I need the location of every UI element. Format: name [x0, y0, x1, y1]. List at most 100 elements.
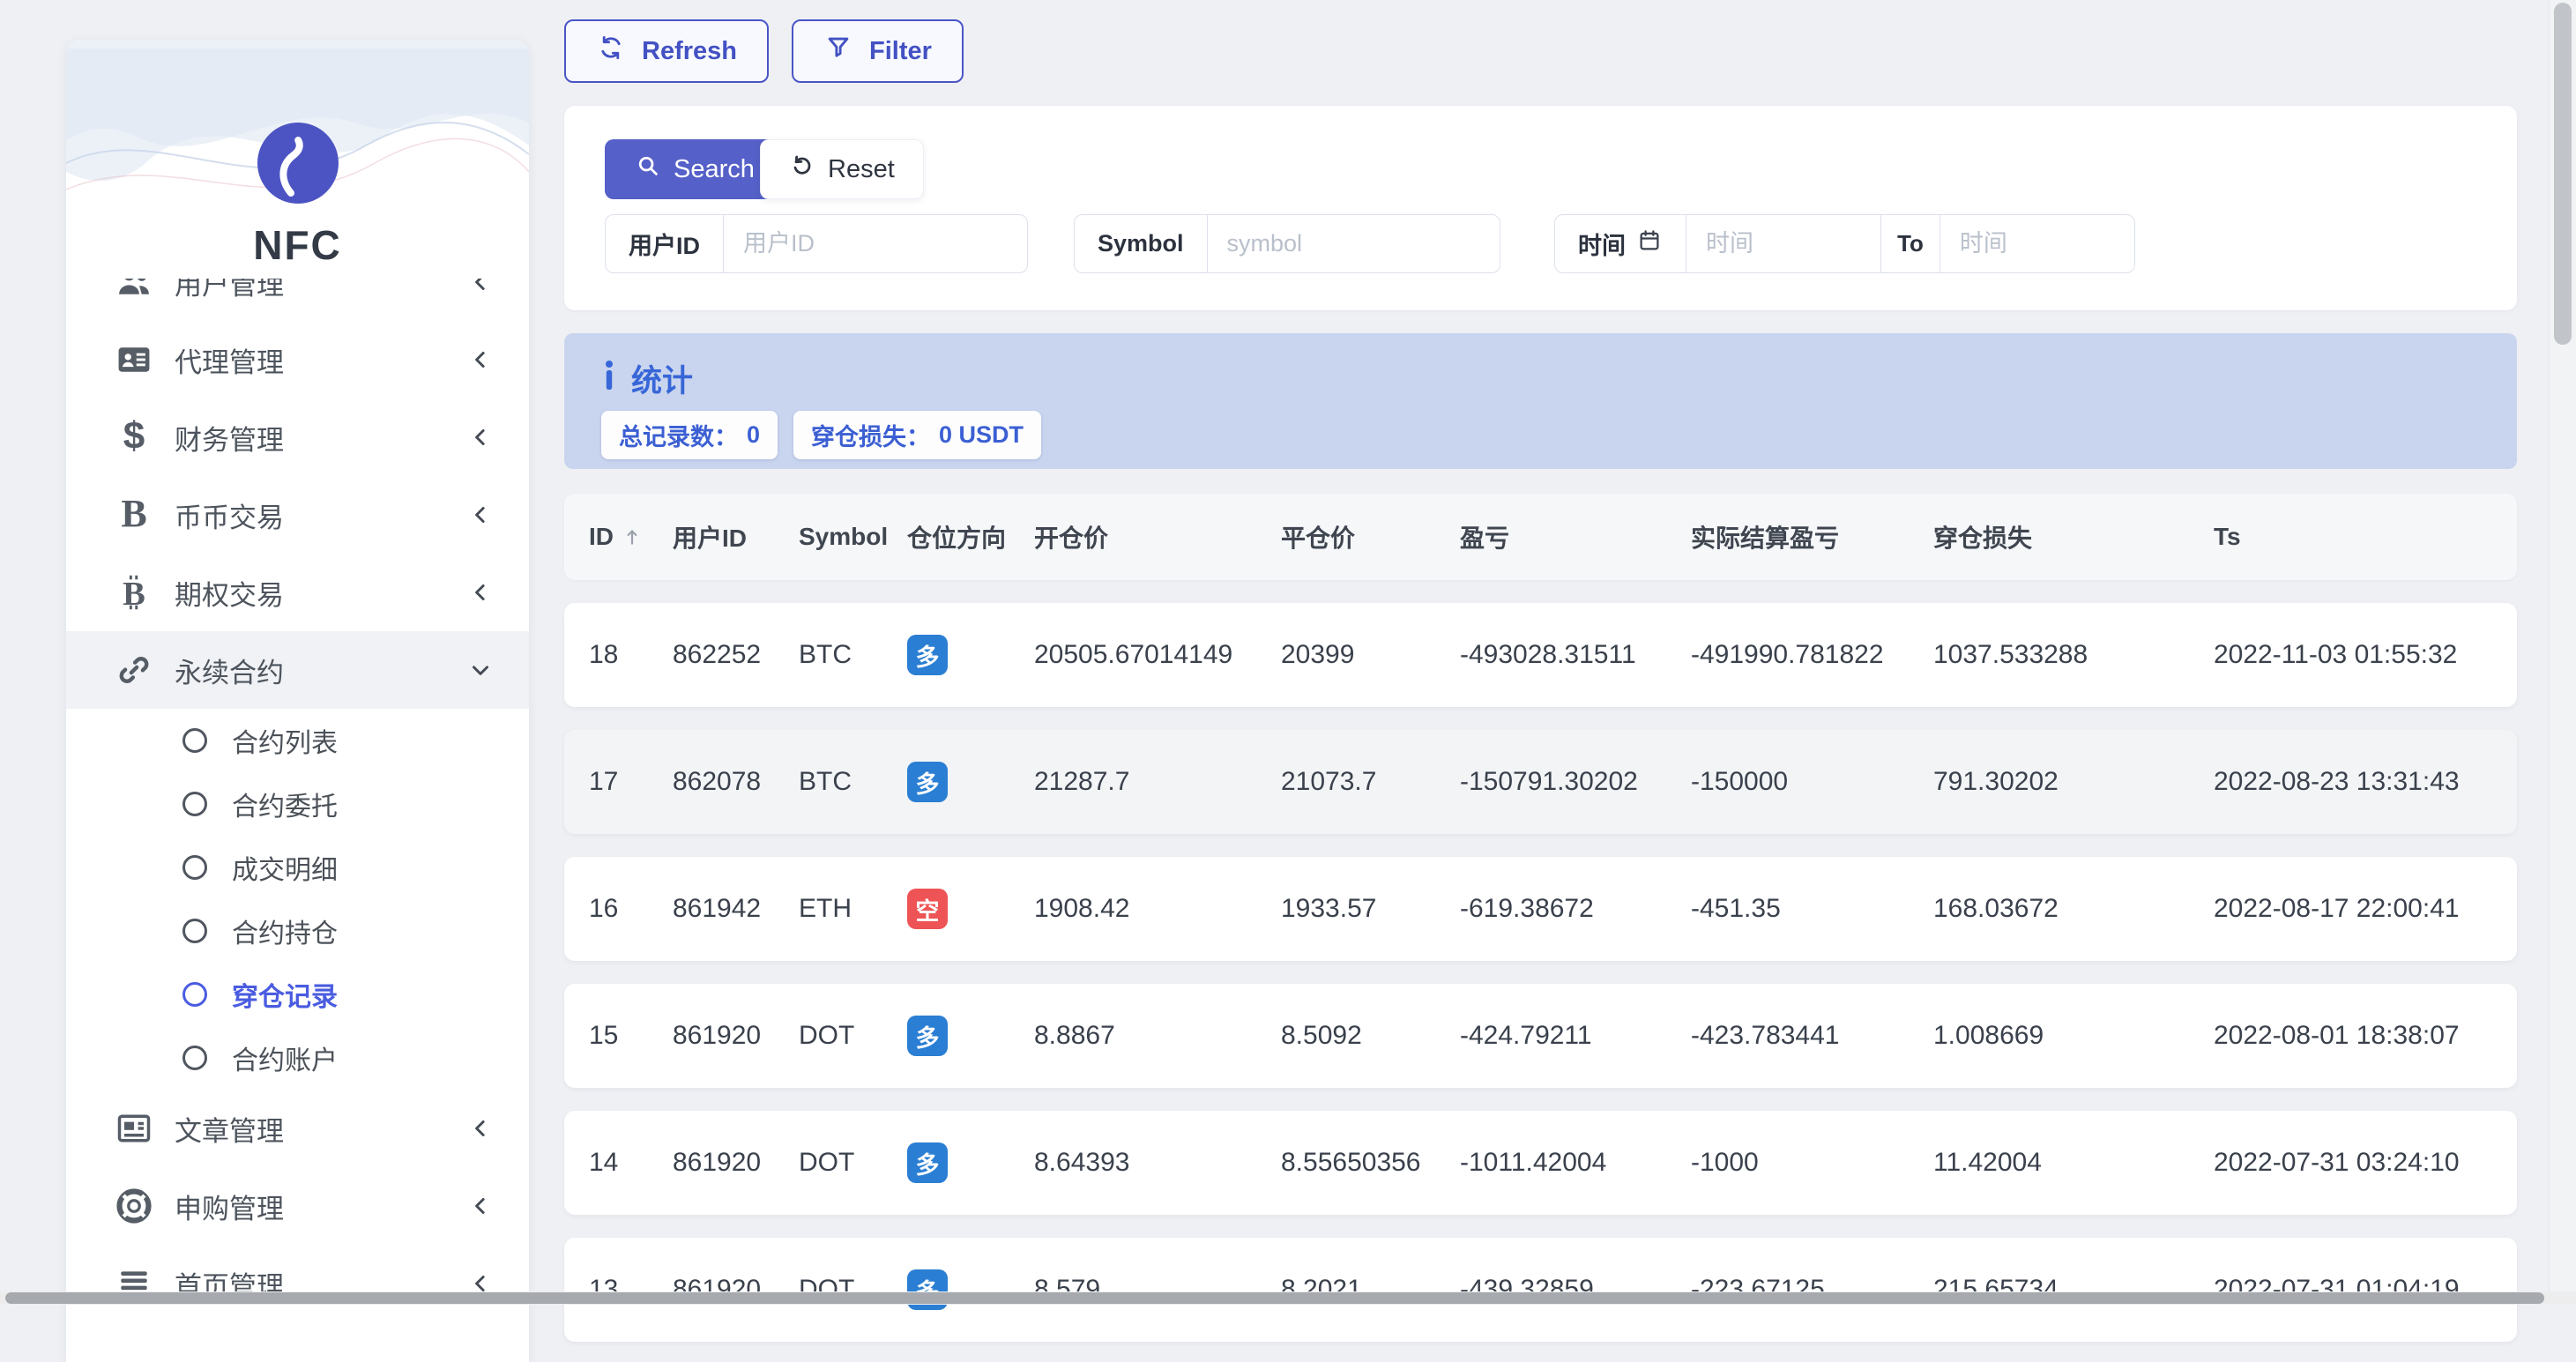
sort-asc-icon: [621, 525, 644, 548]
sidebar-subitem-contract-positions[interactable]: 合约持仓: [66, 899, 529, 963]
sidebar-subitem-contract-orders[interactable]: 合约委托: [66, 772, 529, 836]
cell-liquidation-loss: 791.30202: [1909, 767, 2189, 797]
column-header-position-direction: 仓位方向: [882, 519, 1009, 554]
sidebar-subitem-trade-details[interactable]: 成交明细: [66, 836, 529, 899]
sidebar-subitem-label: 合约委托: [232, 785, 338, 823]
cell-user-id: 862078: [648, 767, 774, 797]
column-header-pnl: 盈亏: [1435, 519, 1666, 554]
table-row[interactable]: 13861920DOT多8.5798.2021-439.32859-223.67…: [564, 1238, 2517, 1342]
cell-close-price: 8.55650356: [1256, 1148, 1435, 1178]
dollar-icon: $: [115, 418, 153, 457]
time-field-label: 时间: [1555, 215, 1686, 272]
table-row[interactable]: 16861942ETH空1908.421933.57-619.38672-451…: [564, 857, 2517, 961]
direction-badge-long: 多: [907, 1016, 948, 1056]
sidebar-item-finance-management[interactable]: $财务管理: [66, 398, 529, 476]
sidebar-item-agent-management[interactable]: 代理管理: [66, 321, 529, 398]
sidebar-subitem-contract-accounts[interactable]: 合约账户: [66, 1026, 529, 1090]
sidebar-subitem-contract-list[interactable]: 合约列表: [66, 709, 529, 772]
cell-pnl: -150791.30202: [1435, 767, 1666, 797]
cell-pnl: -619.38672: [1435, 894, 1666, 924]
cell-id: 14: [564, 1148, 648, 1178]
time-field-label-text: 时间: [1578, 227, 1626, 261]
sidebar-item-label: 申购管理: [175, 1187, 467, 1226]
table-row[interactable]: 17862078BTC多21287.721073.7-150791.30202-…: [564, 730, 2517, 834]
column-label: 仓位方向: [907, 519, 1006, 554]
user-id-input[interactable]: [724, 215, 1027, 272]
direction-badge-short: 空: [907, 889, 948, 929]
cell-id: 17: [564, 767, 648, 797]
table-row[interactable]: 14861920DOT多8.643938.55650356-1011.42004…: [564, 1111, 2517, 1215]
sidebar-item-user-management[interactable]: 用户管理: [66, 279, 529, 321]
horizontal-scrollbar-thumb[interactable]: [5, 1292, 2544, 1304]
id-card-icon: [115, 340, 153, 379]
toolbar: Refresh Filter: [564, 19, 964, 83]
sidebar-item-label: 币币交易: [175, 495, 467, 535]
total-records-badge: 总记录数： 0: [601, 411, 778, 459]
cell-symbol: ETH: [774, 894, 882, 924]
search-button[interactable]: Search: [605, 139, 785, 199]
reset-icon: [789, 153, 815, 186]
sidebar-item-article-management[interactable]: 文章管理: [66, 1090, 529, 1167]
sidebar-item-label: 代理管理: [175, 340, 467, 380]
circle-icon: [182, 982, 207, 1007]
cell-liquidation-loss: 11.42004: [1909, 1148, 2189, 1178]
table-row[interactable]: 18862252BTC多20505.6701414920399-493028.3…: [564, 603, 2517, 707]
cell-ts: 2022-07-31 03:24:10: [2189, 1148, 2517, 1178]
table-row[interactable]: 15861920DOT多8.88678.5092-424.79211-423.7…: [564, 984, 2517, 1088]
horizontal-scrollbar-track: [0, 1291, 2576, 1305]
sidebar-subitem-liquidation-records[interactable]: 穿仓记录: [66, 963, 529, 1026]
cell-id: 16: [564, 894, 648, 924]
refresh-button[interactable]: Refresh: [564, 19, 769, 83]
vertical-scrollbar-thumb[interactable]: [2554, 3, 2572, 345]
chevron-down-icon: [467, 657, 494, 683]
time-range-field-group: 时间 To: [1554, 214, 2135, 273]
cell-user-id: 862252: [648, 640, 774, 670]
column-label: Ts: [2214, 523, 2241, 551]
cell-open-price: 20505.67014149: [1009, 640, 1256, 670]
sidebar-item-label: 用户管理: [175, 279, 467, 302]
sidebar-item-options-trading[interactable]: B期权交易: [66, 554, 529, 631]
time-from-input[interactable]: [1686, 215, 1880, 272]
sidebar-item-subscription-management[interactable]: 申购管理: [66, 1167, 529, 1245]
column-label: 平仓价: [1281, 519, 1355, 554]
time-to-input[interactable]: [1940, 215, 2134, 272]
symbol-input[interactable]: [1208, 215, 1500, 272]
cell-settled-pnl: -451.35: [1666, 894, 1909, 924]
reset-button[interactable]: Reset: [760, 139, 924, 199]
table-rows: 18862252BTC多20505.6701414920399-493028.3…: [564, 603, 2517, 1342]
cell-symbol: BTC: [774, 640, 882, 670]
total-records-value: 0: [747, 421, 760, 449]
cell-open-price: 8.8867: [1009, 1021, 1256, 1051]
refresh-icon: [596, 33, 626, 70]
liquidation-loss-value: 0 USDT: [939, 421, 1024, 449]
cell-ts: 2022-08-17 22:00:41: [2189, 894, 2517, 924]
column-label: Symbol: [799, 523, 888, 551]
column-label: 实际结算盈亏: [1691, 519, 1839, 554]
sidebar-subitem-label: 穿仓记录: [232, 975, 338, 1014]
cell-id: 15: [564, 1021, 648, 1051]
cell-ts: 2022-08-23 13:31:43: [2189, 767, 2517, 797]
column-header-open-price: 开仓价: [1009, 519, 1256, 554]
sidebar-item-spot-trading[interactable]: B币币交易: [66, 476, 529, 554]
stats-title: 统计: [601, 356, 693, 401]
vertical-scrollbar-track: [2549, 0, 2576, 1305]
cell-liquidation-loss: 1.008669: [1909, 1021, 2189, 1051]
cell-settled-pnl: -150000: [1666, 767, 1909, 797]
cell-symbol: BTC: [774, 767, 882, 797]
filter-button[interactable]: Filter: [792, 19, 964, 83]
info-icon: [601, 360, 617, 398]
stats-panel: 统计 总记录数： 0 穿仓损失： 0 USDT: [564, 333, 2517, 469]
chevron-left-icon: [467, 424, 494, 450]
sidebar-item-perpetual-contract[interactable]: 永续合约: [66, 631, 529, 709]
column-header-settled-pnl: 实际结算盈亏: [1666, 519, 1909, 554]
cell-symbol: DOT: [774, 1148, 882, 1178]
sidebar-subitem-label: 合约列表: [232, 721, 338, 760]
cell-ts: 2022-11-03 01:55:32: [2189, 640, 2517, 670]
table-header: ID用户IDSymbol仓位方向开仓价平仓价盈亏实际结算盈亏穿仓损失Ts: [564, 494, 2517, 580]
cell-pnl: -424.79211: [1435, 1021, 1666, 1051]
column-header-id[interactable]: ID: [564, 523, 648, 551]
circle-icon: [182, 728, 207, 753]
cell-open-price: 8.64393: [1009, 1148, 1256, 1178]
column-label: 开仓价: [1034, 519, 1108, 554]
sidebar-item-homepage-management[interactable]: 首页管理: [66, 1245, 529, 1322]
